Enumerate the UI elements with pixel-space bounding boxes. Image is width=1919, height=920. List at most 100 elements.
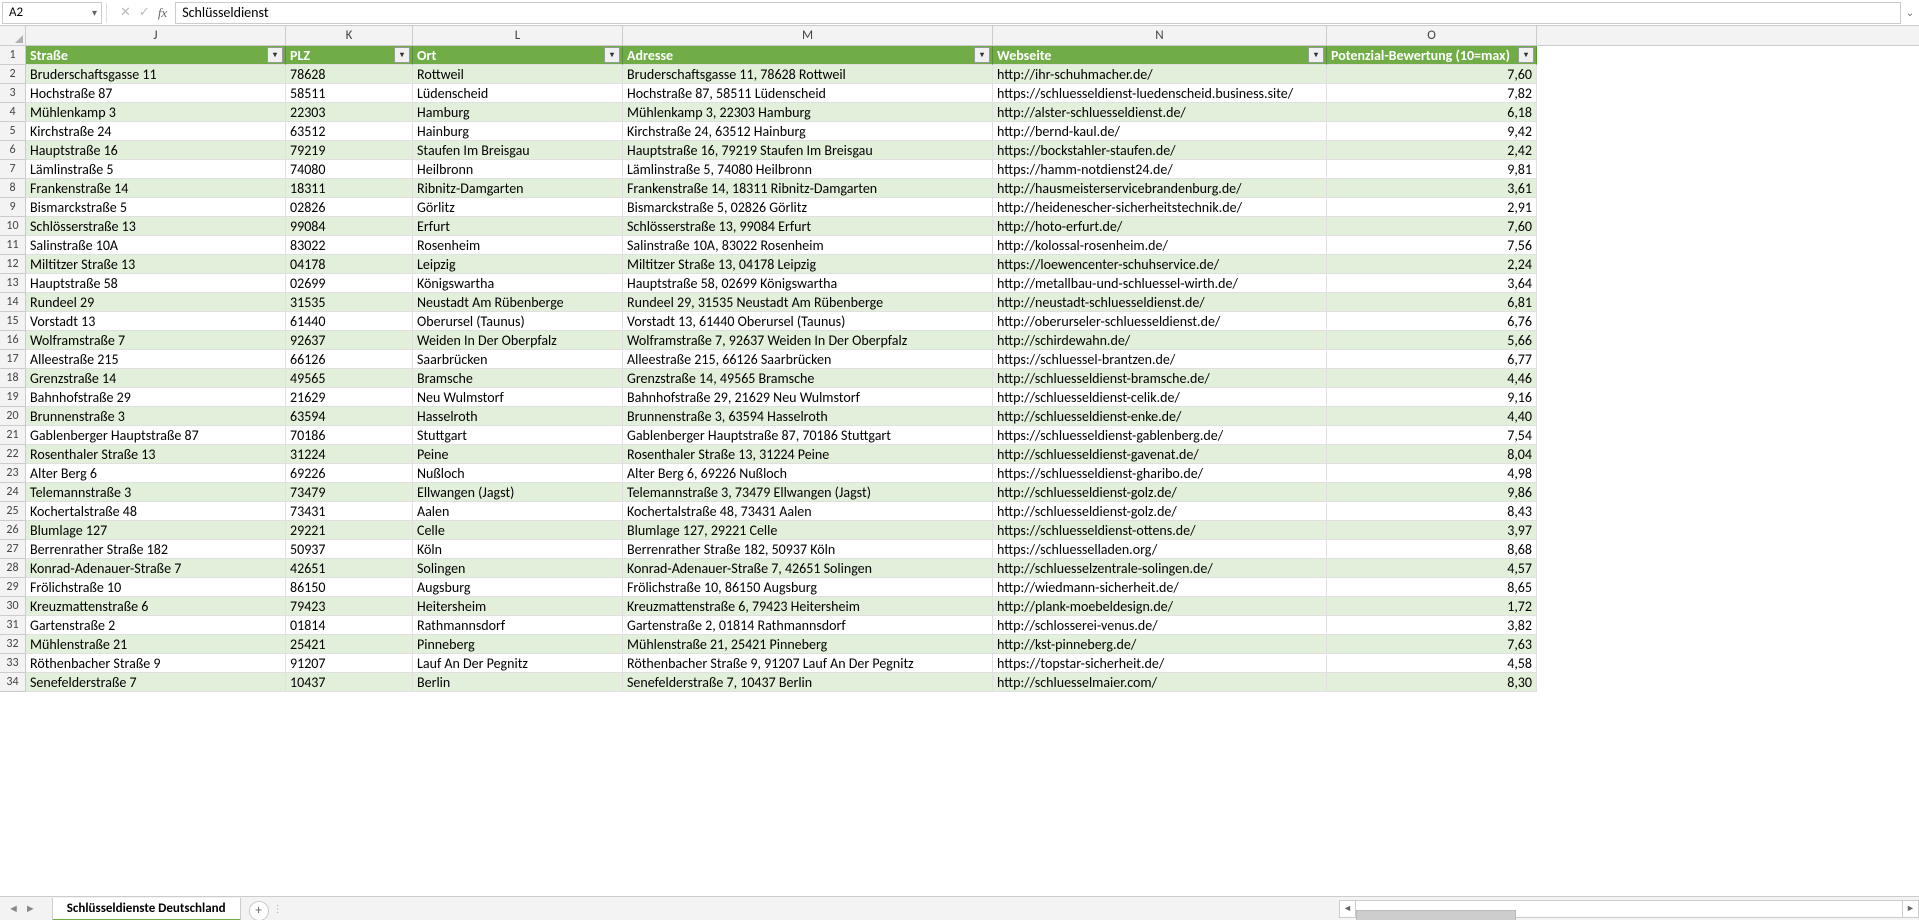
cell[interactable]: 63512: [286, 122, 413, 141]
cell[interactable]: https://schluesseldienst-gharibo.de/: [993, 464, 1327, 483]
row-header[interactable]: 27: [0, 540, 26, 559]
cell[interactable]: 6,76: [1327, 312, 1537, 331]
cell[interactable]: Oberursel (Taunus): [413, 312, 623, 331]
table-header-cell[interactable]: Straße▾: [26, 46, 286, 65]
cell[interactable]: 63594: [286, 407, 413, 426]
row-header[interactable]: 8: [0, 179, 26, 198]
cell[interactable]: 8,04: [1327, 445, 1537, 464]
sheet-nav-prev-icon[interactable]: ◄: [8, 902, 19, 915]
col-header-o[interactable]: O: [1327, 26, 1537, 45]
row-header[interactable]: 32: [0, 635, 26, 654]
cell[interactable]: Schlösserstraße 13, 99084 Erfurt: [623, 217, 993, 236]
cell[interactable]: Lämlinstraße 5, 74080 Heilbronn: [623, 160, 993, 179]
cell[interactable]: Grenzstraße 14, 49565 Bramsche: [623, 369, 993, 388]
row-header[interactable]: 1: [0, 46, 26, 65]
row-header[interactable]: 17: [0, 350, 26, 369]
table-header-cell[interactable]: Potenzial-Bewertung (10=max)▾: [1327, 46, 1537, 65]
cell[interactable]: http://bernd-kaul.de/: [993, 122, 1327, 141]
cell[interactable]: https://loewencenter-schuhservice.de/: [993, 255, 1327, 274]
cell[interactable]: Lüdenscheid: [413, 84, 623, 103]
cell[interactable]: Rosenthaler Straße 13, 31224 Peine: [623, 445, 993, 464]
cell[interactable]: 99084: [286, 217, 413, 236]
cell[interactable]: Vorstadt 13, 61440 Oberursel (Taunus): [623, 312, 993, 331]
cell[interactable]: Bruderschaftsgasse 11: [26, 65, 286, 84]
col-header-k[interactable]: K: [286, 26, 413, 45]
cell[interactable]: 02699: [286, 274, 413, 293]
cell[interactable]: 4,40: [1327, 407, 1537, 426]
cell[interactable]: 18311: [286, 179, 413, 198]
cell[interactable]: Alter Berg 6: [26, 464, 286, 483]
cell[interactable]: Blumlage 127, 29221 Celle: [623, 521, 993, 540]
cell[interactable]: 9,81: [1327, 160, 1537, 179]
cell[interactable]: 25421: [286, 635, 413, 654]
cell[interactable]: Wolframstraße 7: [26, 331, 286, 350]
cell[interactable]: https://hamm-notdienst24.de/: [993, 160, 1327, 179]
cell[interactable]: http://hoto-erfurt.de/: [993, 217, 1327, 236]
cell[interactable]: Solingen: [413, 559, 623, 578]
cell[interactable]: Gartenstraße 2: [26, 616, 286, 635]
cell[interactable]: 58511: [286, 84, 413, 103]
cell[interactable]: 49565: [286, 369, 413, 388]
cell[interactable]: Weiden In Der Oberpfalz: [413, 331, 623, 350]
table-header-cell[interactable]: Webseite▾: [993, 46, 1327, 65]
cell[interactable]: 78628: [286, 65, 413, 84]
cell[interactable]: 9,86: [1327, 483, 1537, 502]
row-header[interactable]: 22: [0, 445, 26, 464]
cell[interactable]: http://oberurseler-schluesseldienst.de/: [993, 312, 1327, 331]
cell[interactable]: Hasselroth: [413, 407, 623, 426]
cell[interactable]: http://schluesseldienst-celik.de/: [993, 388, 1327, 407]
formula-input[interactable]: Schlüsseldienst: [175, 2, 1901, 24]
cell[interactable]: Salinstraße 10A: [26, 236, 286, 255]
cell[interactable]: Kochertalstraße 48, 73431 Aalen: [623, 502, 993, 521]
cell[interactable]: 8,30: [1327, 673, 1537, 692]
select-all-corner[interactable]: [0, 26, 26, 45]
sheet-nav-next-icon[interactable]: ►: [25, 902, 36, 915]
cell[interactable]: 91207: [286, 654, 413, 673]
row-header[interactable]: 9: [0, 198, 26, 217]
cell[interactable]: Hauptstraße 58: [26, 274, 286, 293]
cell[interactable]: Röthenbacher Straße 9, 91207 Lauf An Der…: [623, 654, 993, 673]
cell[interactable]: http://schluesselzentrale-solingen.de/: [993, 559, 1327, 578]
cell[interactable]: Schlösserstraße 13: [26, 217, 286, 236]
row-header[interactable]: 23: [0, 464, 26, 483]
cell[interactable]: Saarbrücken: [413, 350, 623, 369]
cell[interactable]: 9,42: [1327, 122, 1537, 141]
cell[interactable]: https://schluesseldienst-luedenscheid.bu…: [993, 84, 1327, 103]
cell[interactable]: 42651: [286, 559, 413, 578]
cell[interactable]: Neu Wulmstorf: [413, 388, 623, 407]
cell[interactable]: 3,61: [1327, 179, 1537, 198]
cell[interactable]: Augsburg: [413, 578, 623, 597]
cell[interactable]: 70186: [286, 426, 413, 445]
spreadsheet-grid[interactable]: 1Straße▾PLZ▾Ort▾Adresse▾Webseite▾Potenzi…: [0, 46, 1919, 692]
cell[interactable]: Gartenstraße 2, 01814 Rathmannsdorf: [623, 616, 993, 635]
cell[interactable]: 8,65: [1327, 578, 1537, 597]
sheet-tab-active[interactable]: Schlüsseldienste Deutschland: [52, 898, 241, 920]
cell[interactable]: 8,43: [1327, 502, 1537, 521]
row-header[interactable]: 14: [0, 293, 26, 312]
cell[interactable]: http://schirdewahn.de/: [993, 331, 1327, 350]
sheet-nav[interactable]: ◄ ►: [0, 902, 44, 915]
cell[interactable]: 02826: [286, 198, 413, 217]
table-header-cell[interactable]: PLZ▾: [286, 46, 413, 65]
formula-bar-expand-icon[interactable]: ⌄: [1901, 6, 1919, 19]
row-header[interactable]: 34: [0, 673, 26, 692]
cell[interactable]: Kirchstraße 24, 63512 Hainburg: [623, 122, 993, 141]
cell[interactable]: 6,77: [1327, 350, 1537, 369]
filter-dropdown-icon[interactable]: ▾: [1308, 47, 1324, 63]
row-header[interactable]: 6: [0, 141, 26, 160]
row-header[interactable]: 4: [0, 103, 26, 122]
cell[interactable]: Kirchstraße 24: [26, 122, 286, 141]
cell[interactable]: 2,91: [1327, 198, 1537, 217]
cell[interactable]: http://kolossal-rosenheim.de/: [993, 236, 1327, 255]
filter-dropdown-icon[interactable]: ▾: [394, 47, 410, 63]
cell[interactable]: Görlitz: [413, 198, 623, 217]
cell[interactable]: Heilbronn: [413, 160, 623, 179]
cell[interactable]: 73479: [286, 483, 413, 502]
tab-split-handle[interactable]: ⋮: [273, 902, 279, 915]
cell[interactable]: Hauptstraße 16: [26, 141, 286, 160]
row-header[interactable]: 7: [0, 160, 26, 179]
cell[interactable]: 3,97: [1327, 521, 1537, 540]
cell[interactable]: https://bockstahler-staufen.de/: [993, 141, 1327, 160]
cell[interactable]: Rundeel 29, 31535 Neustadt Am Rübenberge: [623, 293, 993, 312]
cell[interactable]: Neustadt Am Rübenberge: [413, 293, 623, 312]
